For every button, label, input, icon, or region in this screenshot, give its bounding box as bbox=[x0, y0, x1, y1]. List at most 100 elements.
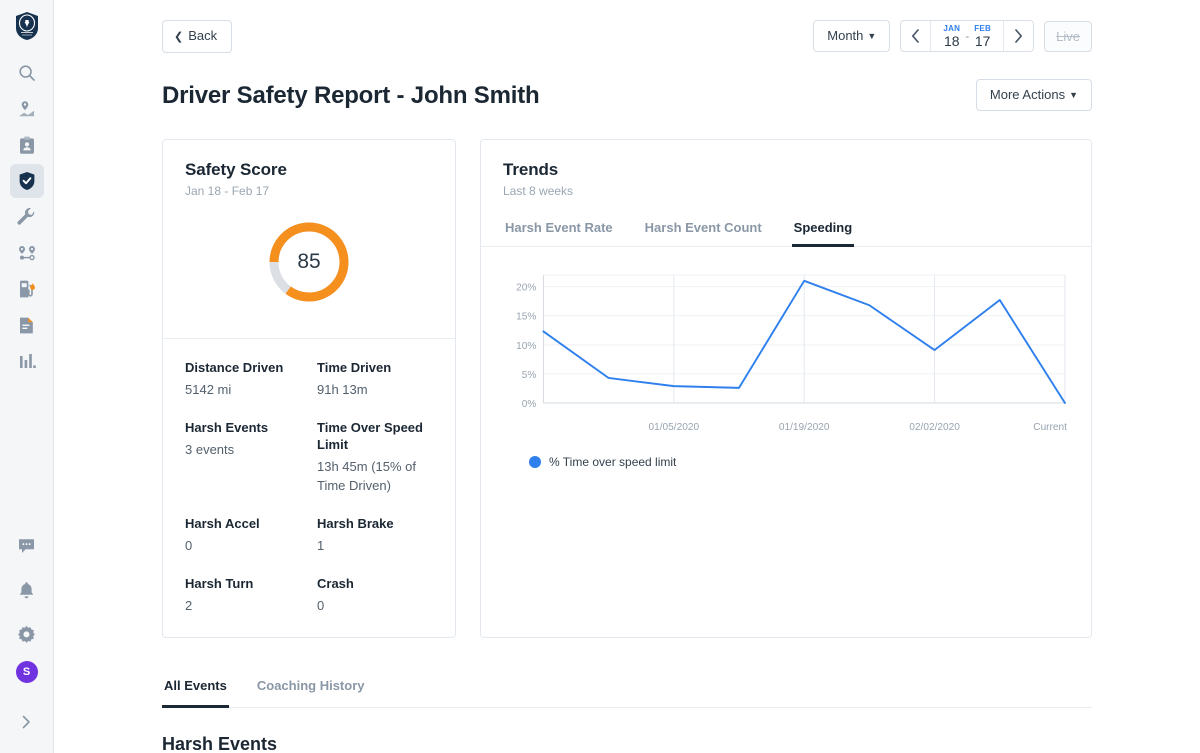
more-actions-button[interactable]: More Actions ▼ bbox=[975, 79, 1092, 111]
topbar: ❮ Back Month ▼ JAN 18 - FEB 17 Live bbox=[162, 0, 1092, 53]
chevron-down-icon: ▼ bbox=[1069, 90, 1078, 100]
tab-all-events[interactable]: All Events bbox=[162, 672, 229, 708]
date-range-display[interactable]: JAN 18 - FEB 17 bbox=[931, 21, 1003, 51]
sidebar-item-safety[interactable] bbox=[9, 164, 44, 198]
safety-score-subtitle: Jan 18 - Feb 17 bbox=[185, 184, 270, 198]
y-axis-tick-label: 20% bbox=[516, 283, 536, 294]
safety-score-title: Safety Score bbox=[185, 160, 287, 179]
stat-value: 91h 13m bbox=[317, 382, 368, 397]
tab-harsh-event-rate[interactable]: Harsh Event Rate bbox=[503, 214, 615, 247]
stat-label: Harsh Turn bbox=[185, 576, 254, 591]
cards-row: Safety Score Jan 18 - Feb 17 85 Distance… bbox=[162, 139, 1092, 638]
stat-label: Time Over Speed Limit bbox=[317, 420, 423, 452]
sidebar-item-reports[interactable] bbox=[10, 344, 44, 378]
safety-score-card: Safety Score Jan 18 - Feb 17 85 Distance… bbox=[162, 139, 456, 638]
chevron-left-icon: ❮ bbox=[174, 31, 184, 43]
events-section-title: Harsh Events bbox=[162, 734, 278, 753]
stat-value: 0 bbox=[317, 598, 325, 613]
document-icon bbox=[20, 317, 33, 333]
back-button[interactable]: ❮ Back bbox=[162, 20, 233, 53]
sidebar: S bbox=[0, 0, 54, 753]
stat-value: 1 bbox=[317, 538, 325, 553]
sidebar-item-fuel[interactable] bbox=[10, 272, 44, 306]
x-axis-tick-label: Current bbox=[1033, 422, 1067, 433]
company-logo[interactable] bbox=[12, 10, 42, 42]
route-points-icon bbox=[18, 246, 35, 261]
trends-card: Trends Last 8 weeks Harsh Event Rate Hars… bbox=[480, 139, 1092, 638]
trends-chart-area: 0% 5% 10% 15% 20% 01/05/2020 01/19/2020 02/02/… bbox=[481, 247, 1091, 487]
legend-label: % Time over speed limit bbox=[549, 455, 677, 469]
main-content: ❮ Back Month ▼ JAN 18 - FEB 17 Live Driv… bbox=[54, 0, 1200, 753]
sidebar-item-settings[interactable] bbox=[10, 617, 44, 651]
sidebar-expand-button[interactable] bbox=[10, 705, 44, 739]
date-start: JAN 18 bbox=[943, 23, 961, 48]
chevron-down-icon: ▼ bbox=[867, 31, 877, 41]
date-separator: - bbox=[965, 29, 970, 43]
safety-score-gauge: 85 bbox=[267, 220, 351, 304]
range-select-button[interactable]: Month ▼ bbox=[813, 20, 891, 52]
stat-item: Time Over Speed Limit 13h 45m (15% of Tim… bbox=[317, 419, 433, 495]
chevron-right-icon bbox=[22, 715, 30, 729]
legend-color-swatch bbox=[529, 456, 541, 468]
fuel-pump-icon bbox=[19, 280, 35, 297]
sidebar-item-drivers[interactable] bbox=[10, 128, 44, 162]
date-start-month: JAN bbox=[943, 23, 961, 33]
tab-coaching-history[interactable]: Coaching History bbox=[255, 672, 367, 708]
tab-speeding[interactable]: Speeding bbox=[791, 214, 855, 247]
prev-period-button[interactable] bbox=[901, 21, 932, 51]
y-axis-tick-label: 0% bbox=[522, 399, 537, 410]
y-axis-tick-label: 5% bbox=[522, 370, 537, 381]
tab-harsh-event-count[interactable]: Harsh Event Count bbox=[643, 214, 764, 247]
safety-score-value: 85 bbox=[297, 250, 321, 273]
trends-tabs: Harsh Event Rate Harsh Event Count Speedin… bbox=[481, 214, 1091, 247]
range-select-label: Month bbox=[827, 28, 864, 43]
stat-label: Harsh Accel bbox=[185, 516, 260, 531]
sidebar-bottom-group: S bbox=[10, 529, 44, 691]
speeding-line-chart: 0% 5% 10% 15% 20% bbox=[503, 269, 1069, 417]
y-axis-tick-label: 15% bbox=[516, 312, 536, 323]
safety-score-header: Safety Score Jan 18 - Feb 17 bbox=[163, 140, 455, 214]
avatar[interactable]: S bbox=[15, 661, 38, 683]
trends-subtitle: Last 8 weeks bbox=[503, 184, 574, 198]
sidebar-item-notifications[interactable] bbox=[10, 573, 44, 607]
sidebar-item-documents[interactable] bbox=[10, 308, 44, 342]
shield-check-icon bbox=[19, 172, 34, 190]
gear-icon bbox=[18, 625, 35, 643]
sidebar-item-fleet-map[interactable] bbox=[10, 92, 44, 126]
next-period-button[interactable] bbox=[1003, 21, 1034, 51]
stat-value: 0 bbox=[185, 538, 193, 553]
trends-title: Trends bbox=[503, 160, 559, 179]
x-axis-tick-label: 01/19/2020 bbox=[779, 422, 830, 433]
wrench-icon bbox=[17, 207, 35, 225]
bell-icon bbox=[19, 581, 34, 598]
sidebar-item-messages[interactable] bbox=[10, 529, 44, 563]
stat-item: Harsh Turn 2 bbox=[185, 575, 301, 615]
page-title: Driver Safety Report - John Smith bbox=[162, 82, 540, 109]
map-pin-route-icon bbox=[18, 101, 34, 117]
stat-label: Crash bbox=[317, 576, 354, 591]
sidebar-item-search[interactable] bbox=[10, 56, 44, 90]
date-end-day: 17 bbox=[974, 32, 991, 49]
more-actions-label: More Actions bbox=[989, 87, 1066, 102]
bar-chart-icon bbox=[19, 353, 36, 368]
stat-value: 2 bbox=[185, 598, 193, 613]
stat-item: Harsh Accel 0 bbox=[185, 515, 301, 555]
sidebar-item-routes[interactable] bbox=[10, 236, 44, 270]
sidebar-item-maintenance[interactable] bbox=[10, 200, 44, 234]
chart-legend: % Time over speed limit bbox=[503, 455, 1069, 469]
date-controls: Month ▼ JAN 18 - FEB 17 Live bbox=[813, 20, 1092, 52]
x-axis-tick-label: 02/02/2020 bbox=[909, 422, 960, 433]
live-button: Live bbox=[1044, 20, 1092, 52]
stat-item: Distance Driven 5142 mi bbox=[185, 359, 301, 399]
title-row: Driver Safety Report - John Smith More A… bbox=[162, 53, 1092, 111]
stat-value: 5142 mi bbox=[185, 382, 232, 397]
x-axis-tick-label: 01/05/2020 bbox=[649, 422, 700, 433]
date-end: FEB 17 bbox=[974, 24, 991, 49]
stat-label: Distance Driven bbox=[185, 360, 284, 375]
back-button-label: Back bbox=[188, 28, 218, 43]
stat-item: Time Driven 91h 13m bbox=[317, 359, 433, 399]
stat-label: Time Driven bbox=[317, 360, 392, 375]
stat-label: Harsh Brake bbox=[317, 516, 394, 531]
app-root: S ❮ Back Month ▼ JAN 18 - FEB 17 Live Dr… bbox=[0, 0, 1200, 753]
date-range-picker: JAN 18 - FEB 17 bbox=[900, 20, 1035, 52]
